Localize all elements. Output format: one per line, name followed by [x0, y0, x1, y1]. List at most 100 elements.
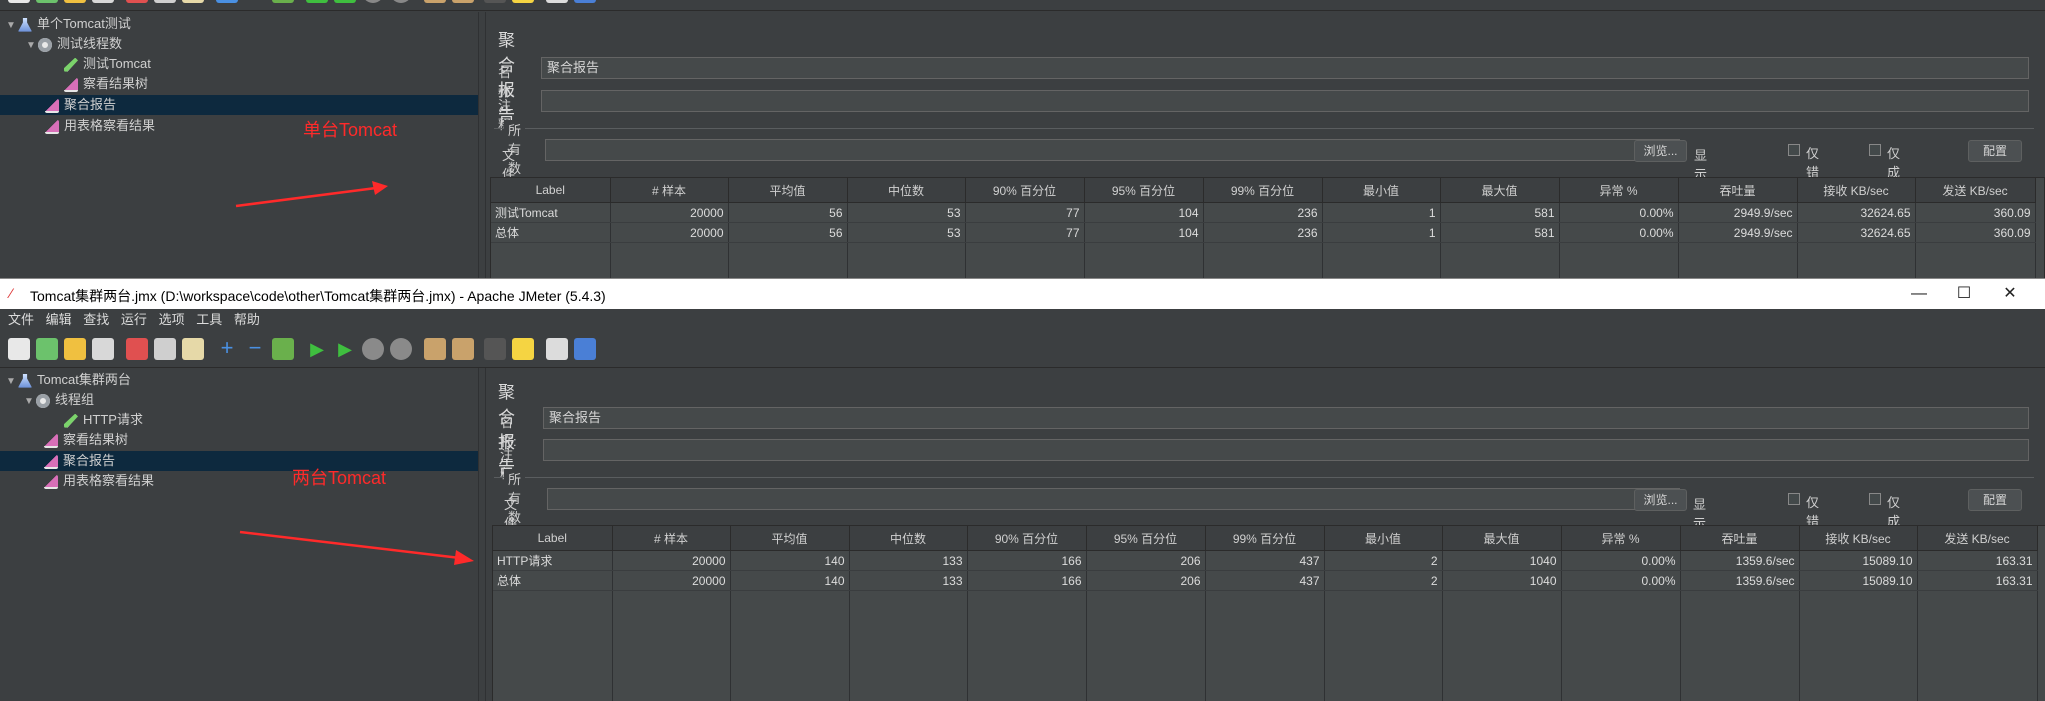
menu-edit[interactable]: 编辑: [46, 309, 72, 331]
menu-options[interactable]: 选项: [159, 309, 185, 331]
collapse-all-icon[interactable]: −: [244, 337, 266, 360]
clear-all-icon[interactable]: [452, 338, 474, 360]
table-row[interactable]: 测试Tomcat 20000 56 53 77 104 236 1 581 0.00% 2949.9…: [491, 202, 2036, 223]
browse-button[interactable]: 浏览...: [1634, 489, 1687, 511]
only-errors-checkbox[interactable]: [1788, 144, 1800, 156]
tree-item-view-results-tree[interactable]: 察看结果树: [44, 430, 128, 450]
copy-icon[interactable]: [154, 338, 176, 360]
splitter[interactable]: [478, 12, 486, 278]
menu-help[interactable]: 帮助: [234, 309, 260, 331]
open-icon[interactable]: [64, 0, 86, 3]
column-header[interactable]: 吞吐量: [1680, 526, 1800, 551]
start-no-pause-icon[interactable]: ▶: [334, 338, 356, 360]
column-header[interactable]: 最大值: [1440, 178, 1560, 203]
column-header[interactable]: 平均值: [728, 178, 848, 203]
chevron-down-icon[interactable]: ▼: [6, 372, 18, 392]
cut-icon[interactable]: [126, 338, 148, 360]
column-header[interactable]: 99% 百分位: [1205, 526, 1325, 551]
templates-icon[interactable]: [36, 338, 58, 360]
close-icon[interactable]: ✕: [1990, 281, 2030, 307]
toggle-icon[interactable]: [272, 0, 294, 3]
column-header[interactable]: 平均值: [730, 526, 850, 551]
tree-thread-group[interactable]: ▼ 线程组: [24, 390, 94, 410]
column-header[interactable]: 中位数: [847, 178, 966, 203]
tree-root[interactable]: ▼ Tomcat集群两台: [6, 370, 131, 390]
tree-item-aggregate-report[interactable]: 聚合报告: [0, 95, 478, 115]
shutdown-icon[interactable]: [390, 0, 412, 3]
stop-icon[interactable]: [362, 338, 384, 360]
table-row[interactable]: 总体 20000 140 133 166 206 437 2 1040 0.00% 1359.6/s…: [493, 570, 2038, 591]
chevron-down-icon[interactable]: ▼: [26, 36, 38, 56]
help-icon[interactable]: [574, 0, 596, 3]
tree-item-view-results-tree[interactable]: 察看结果树: [64, 74, 148, 94]
table-row[interactable]: 总体 20000 56 53 77 104 236 1 581 0.00% 2949.9/sec 32…: [491, 222, 2036, 243]
reset-search-icon[interactable]: [512, 338, 534, 360]
column-header[interactable]: 90% 百分位: [965, 178, 1085, 203]
only-success-checkbox[interactable]: [1869, 493, 1881, 505]
column-header[interactable]: Label: [491, 178, 611, 203]
maximize-icon[interactable]: ☐: [1944, 281, 1984, 307]
column-header[interactable]: Label: [493, 526, 613, 551]
column-header[interactable]: 中位数: [849, 526, 968, 551]
menu-file[interactable]: 文件: [8, 309, 34, 331]
chevron-down-icon[interactable]: ▼: [6, 16, 18, 36]
column-header[interactable]: 最大值: [1442, 526, 1562, 551]
column-header[interactable]: 最小值: [1322, 178, 1441, 203]
toggle-icon[interactable]: [272, 338, 294, 360]
column-header[interactable]: # 样本: [610, 178, 729, 203]
column-header[interactable]: 最小值: [1324, 526, 1443, 551]
start-no-pause-icon[interactable]: [334, 0, 356, 3]
column-header[interactable]: # 样本: [612, 526, 731, 551]
name-field[interactable]: 聚合报告: [541, 57, 2029, 79]
menu-search[interactable]: 查找: [83, 309, 109, 331]
paste-icon[interactable]: [182, 0, 204, 3]
save-icon[interactable]: [92, 338, 114, 360]
only-success-checkbox[interactable]: [1869, 144, 1881, 156]
only-errors-checkbox[interactable]: [1788, 493, 1800, 505]
minimize-icon[interactable]: —: [1899, 281, 1939, 307]
chevron-down-icon[interactable]: ▼: [24, 392, 36, 412]
name-field[interactable]: 聚合报告: [543, 407, 2029, 429]
expand-all-icon[interactable]: +: [216, 337, 238, 360]
column-header[interactable]: 发送 KB/sec: [1915, 178, 2036, 203]
new-icon[interactable]: [8, 0, 30, 3]
stop-icon[interactable]: [362, 0, 384, 3]
tree-thread-group[interactable]: ▼ 测试线程数: [26, 34, 122, 54]
menu-tools[interactable]: 工具: [196, 309, 222, 331]
open-icon[interactable]: [64, 338, 86, 360]
clear-all-icon[interactable]: [452, 0, 474, 3]
save-icon[interactable]: [92, 0, 114, 3]
filename-field[interactable]: [547, 488, 1680, 510]
reset-search-icon[interactable]: [512, 0, 534, 3]
configure-button[interactable]: 配置: [1968, 489, 2022, 511]
browse-button[interactable]: 浏览...: [1634, 140, 1687, 162]
new-icon[interactable]: [8, 338, 30, 360]
tree-sampler[interactable]: HTTP请求: [64, 410, 143, 430]
comment-field[interactable]: [541, 90, 2029, 112]
tree-item-aggregate-report[interactable]: 聚合报告: [0, 451, 478, 471]
tree-item-view-results-table[interactable]: 用表格察看结果: [45, 116, 155, 136]
column-header[interactable]: 发送 KB/sec: [1917, 526, 2038, 551]
function-helper-icon[interactable]: [546, 338, 568, 360]
copy-icon[interactable]: [154, 0, 176, 3]
table-row[interactable]: HTTP请求 20000 140 133 166 206 437 2 1040 0.00% 1359…: [493, 550, 2038, 571]
start-icon[interactable]: ▶: [306, 338, 328, 360]
filename-field[interactable]: [545, 139, 1680, 161]
column-header[interactable]: 异常 %: [1559, 178, 1679, 203]
function-helper-icon[interactable]: [546, 0, 568, 3]
column-header[interactable]: 99% 百分位: [1203, 178, 1323, 203]
search-icon[interactable]: [484, 338, 506, 360]
start-icon[interactable]: [306, 0, 328, 3]
templates-icon[interactable]: [36, 0, 58, 3]
search-icon[interactable]: [484, 0, 506, 3]
column-header[interactable]: 接收 KB/sec: [1799, 526, 1918, 551]
column-header[interactable]: 95% 百分位: [1084, 178, 1204, 203]
paste-icon[interactable]: [182, 338, 204, 360]
menu-run[interactable]: 运行: [121, 309, 147, 331]
column-header[interactable]: 接收 KB/sec: [1797, 178, 1916, 203]
clear-icon[interactable]: [424, 0, 446, 3]
tree-item-view-results-table[interactable]: 用表格察看结果: [44, 471, 154, 491]
comment-field[interactable]: [543, 439, 2029, 461]
cut-icon[interactable]: [126, 0, 148, 3]
configure-button[interactable]: 配置: [1968, 140, 2022, 162]
